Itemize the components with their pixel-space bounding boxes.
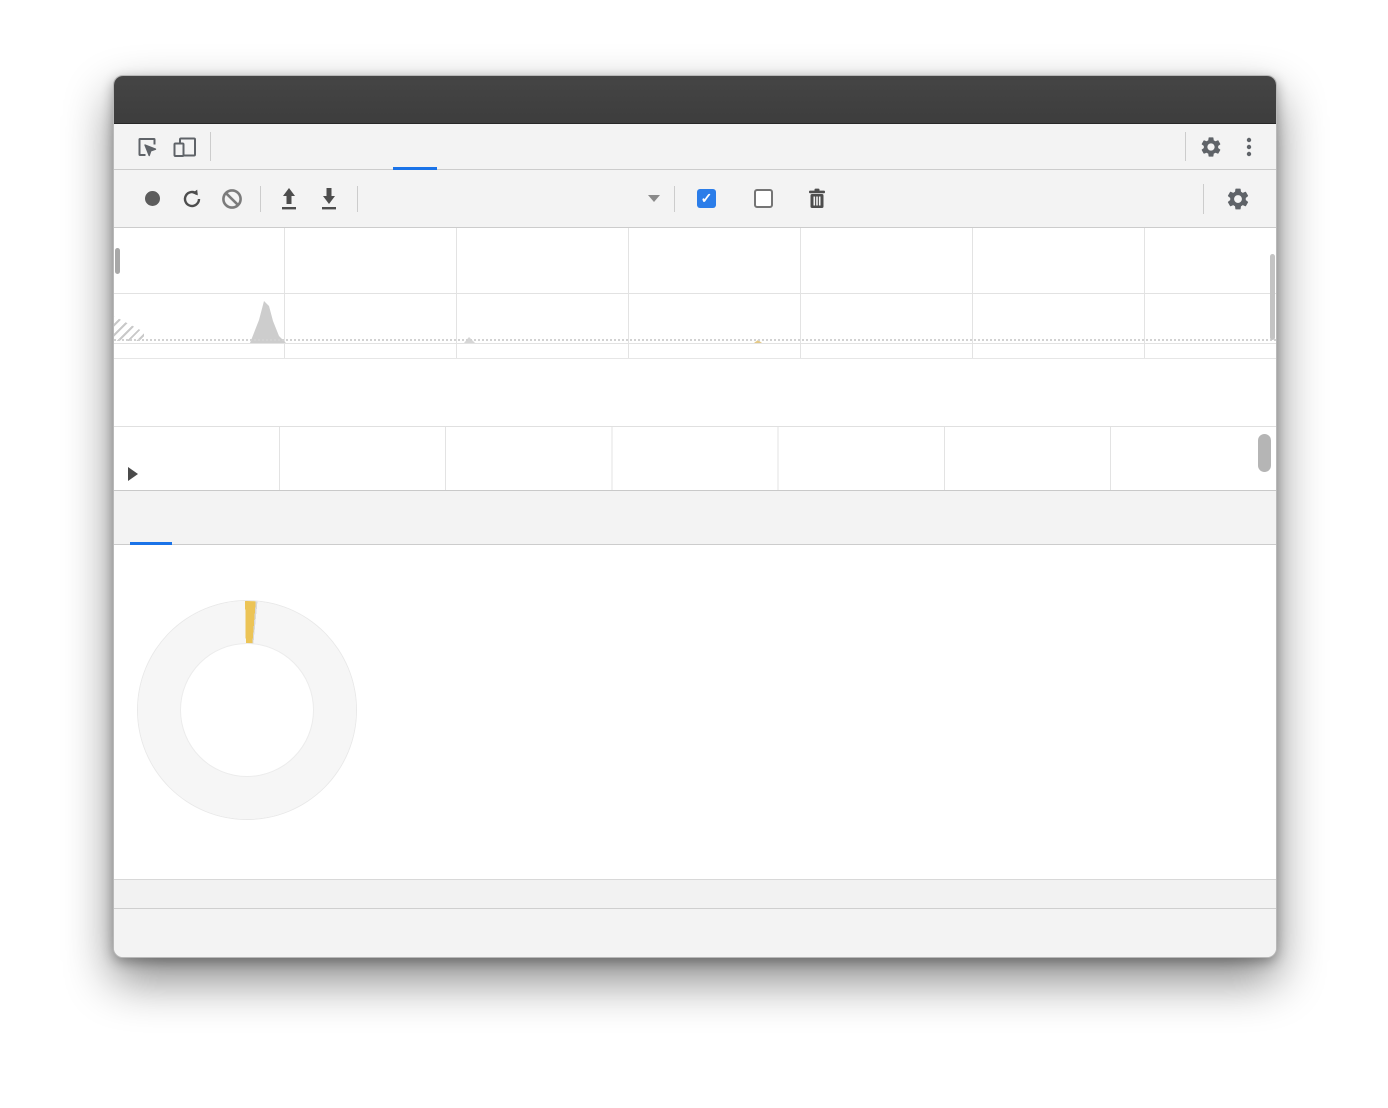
record-button[interactable] xyxy=(132,182,172,216)
divider xyxy=(260,186,261,212)
reload-and-record-button[interactable] xyxy=(172,182,212,216)
divider xyxy=(1203,184,1204,214)
zoom-window-button[interactable] xyxy=(186,92,202,108)
empty-status-strip xyxy=(114,879,1276,909)
system-swatch xyxy=(590,682,611,703)
divider xyxy=(210,132,211,161)
detail-tab-bar xyxy=(114,491,1276,545)
divider xyxy=(1185,132,1186,161)
tab-sources[interactable] xyxy=(305,124,349,169)
tab-summary[interactable] xyxy=(130,491,172,544)
summary-legend xyxy=(454,617,625,819)
devtools-tab-bar xyxy=(114,124,1276,170)
tab-network[interactable] xyxy=(349,124,393,169)
customize-devtools-button[interactable] xyxy=(1230,124,1268,169)
download-arrow-icon xyxy=(317,186,341,212)
memory-checkbox[interactable] xyxy=(754,189,773,208)
device-toolbar-icon xyxy=(172,135,198,159)
clear-recording-button[interactable] xyxy=(212,182,252,216)
memory-toggle[interactable] xyxy=(740,189,797,208)
screenshots-checkbox[interactable]: ✓ xyxy=(697,189,716,208)
record-icon xyxy=(145,191,160,206)
cpu-baseline-dots xyxy=(114,339,1276,341)
legend-row-system xyxy=(454,667,625,717)
legend-row-scripting xyxy=(454,617,625,667)
divider xyxy=(674,186,675,212)
tab-console[interactable] xyxy=(261,124,305,169)
cpu-activity-curve xyxy=(114,293,1276,343)
divider xyxy=(357,186,358,212)
overview-right-scrollbar[interactable] xyxy=(1270,254,1275,340)
tab-bottom-up[interactable] xyxy=(172,491,214,544)
inspect-element-button[interactable] xyxy=(128,124,166,169)
settings-button[interactable] xyxy=(1192,124,1230,169)
save-profile-button[interactable] xyxy=(309,182,349,216)
gear-icon xyxy=(1199,135,1223,159)
close-window-button[interactable] xyxy=(136,92,152,108)
frames-section-toggle[interactable] xyxy=(128,467,147,481)
donut-hole xyxy=(181,644,313,776)
block-icon xyxy=(220,187,244,211)
legend-row-total xyxy=(454,767,625,817)
legend-row-idle xyxy=(454,717,625,767)
more-tabs-button[interactable] xyxy=(437,124,465,169)
toggle-device-toolbar-button[interactable] xyxy=(166,124,204,169)
reload-icon xyxy=(180,187,204,211)
performance-toolbar: ✓ xyxy=(114,170,1276,228)
tab-event-log[interactable] xyxy=(256,491,298,544)
upload-arrow-icon xyxy=(277,186,301,212)
kebab-menu-icon xyxy=(1237,135,1261,159)
screenshots-toggle[interactable]: ✓ xyxy=(683,189,740,208)
profile-select[interactable] xyxy=(366,195,666,202)
summary-donut-chart[interactable] xyxy=(138,601,356,819)
range-label xyxy=(114,545,1276,565)
gear-icon xyxy=(1225,186,1251,212)
traffic-lights xyxy=(136,92,202,108)
garbage-collect-button[interactable] xyxy=(797,182,837,216)
window-titlebar[interactable] xyxy=(114,76,1276,124)
capture-settings-button[interactable] xyxy=(1218,182,1258,216)
inspect-cursor-icon xyxy=(135,135,159,159)
screenshot-filmstrip xyxy=(114,359,1276,426)
idle-swatch xyxy=(590,732,611,753)
frames-ruler[interactable] xyxy=(114,426,1276,491)
summary-panel xyxy=(114,545,1276,879)
scripting-swatch xyxy=(590,632,611,653)
tab-call-tree[interactable] xyxy=(214,491,256,544)
load-profile-button[interactable] xyxy=(269,182,309,216)
trash-icon xyxy=(806,187,828,211)
devtools-window: ✓ xyxy=(113,75,1277,958)
frames-scrollbar-thumb[interactable] xyxy=(1258,434,1271,472)
minimize-window-button[interactable] xyxy=(161,92,177,108)
chevron-down-icon xyxy=(648,195,660,202)
disclosure-triangle-icon xyxy=(128,467,138,481)
status-bar xyxy=(114,909,1276,958)
timeline-overview[interactable] xyxy=(114,228,1276,359)
tab-performance[interactable] xyxy=(393,124,437,169)
overview-left-scrollbar[interactable] xyxy=(115,248,120,274)
lane-divider xyxy=(114,343,1276,344)
tab-elements[interactable] xyxy=(217,124,261,169)
